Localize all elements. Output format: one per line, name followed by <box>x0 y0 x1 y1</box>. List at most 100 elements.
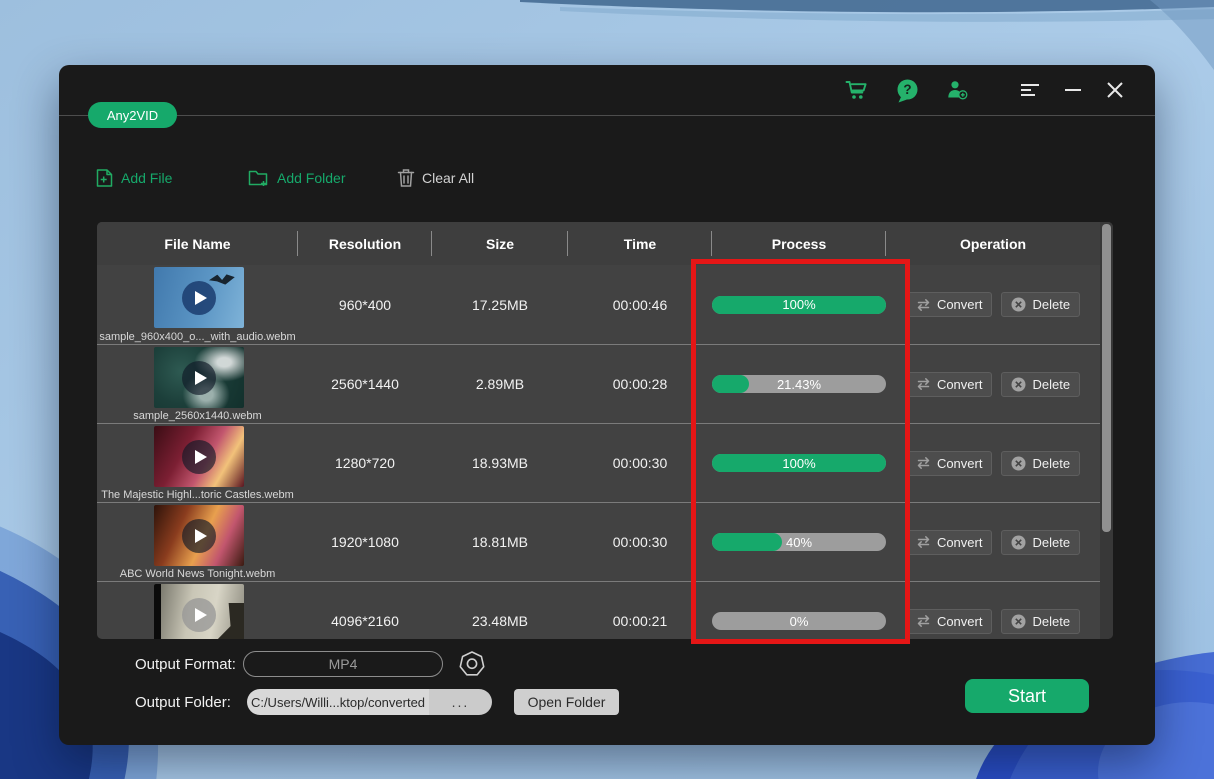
col-size: Size <box>432 222 568 265</box>
table-row: ABC World News Tonight.webm 1920*1080 18… <box>97 502 1113 581</box>
delete-icon <box>1011 297 1026 312</box>
file-name: sample_960x400_o..._with_audio.webm <box>97 331 298 343</box>
convert-label: Convert <box>937 456 983 471</box>
trash-icon <box>397 168 415 188</box>
table-row: The Majestic Highl...toric Castles.webm … <box>97 423 1113 502</box>
clear-all-label: Clear All <box>422 170 474 186</box>
desktop: ? <box>0 0 1214 779</box>
add-folder-label: Add Folder <box>277 170 345 186</box>
open-folder-button[interactable]: Open Folder <box>514 689 619 715</box>
app-badge: Any2VID <box>88 102 177 128</box>
convert-icon <box>916 456 931 470</box>
add-folder-button[interactable]: Add Folder <box>248 165 345 191</box>
menu-button[interactable] <box>1017 76 1045 104</box>
output-folder-label: Output Folder: <box>135 694 231 711</box>
delete-icon <box>1011 535 1026 550</box>
play-icon[interactable] <box>182 598 216 632</box>
delete-button[interactable]: Delete <box>1001 292 1080 317</box>
video-thumbnail[interactable] <box>154 426 244 487</box>
resolution-value: 4096*2160 <box>298 582 432 639</box>
add-file-button[interactable]: Add File <box>95 165 172 191</box>
output-folder-path[interactable]: C:/Users/Willi...ktop/converted <box>247 689 429 715</box>
file-cell: The Majestic Highl...toric Castles.webm <box>97 424 298 502</box>
titlebar: ? <box>59 65 1155 115</box>
help-icon: ? <box>895 78 920 103</box>
convert-label: Convert <box>937 614 983 629</box>
delete-label: Delete <box>1032 456 1070 471</box>
operation-cell: Convert Delete <box>886 345 1100 423</box>
size-value: 2.89MB <box>432 345 568 423</box>
add-user-button[interactable] <box>943 76 971 104</box>
col-resolution: Resolution <box>298 222 432 265</box>
delete-button[interactable]: Delete <box>1001 609 1080 634</box>
menu-icon <box>1021 83 1041 97</box>
file-cell: ABC World News Tonight.webm <box>97 503 298 581</box>
size-value: 18.93MB <box>432 424 568 502</box>
resolution-value: 2560*1440 <box>298 345 432 423</box>
convert-button[interactable]: Convert <box>906 451 993 476</box>
file-name: ABC World News Tonight.webm <box>97 568 298 580</box>
output-format-select[interactable]: MP4 <box>243 651 443 677</box>
start-button[interactable]: Start <box>965 679 1089 713</box>
play-icon[interactable] <box>182 519 216 553</box>
convert-button[interactable]: Convert <box>906 609 993 634</box>
file-cell <box>97 582 298 639</box>
video-thumbnail[interactable] <box>154 347 244 408</box>
convert-label: Convert <box>937 535 983 550</box>
convert-icon <box>916 298 931 312</box>
delete-button[interactable]: Delete <box>1001 530 1080 555</box>
table-header: File Name Resolution Size Time Process O… <box>97 222 1113 265</box>
resolution-value: 1280*720 <box>298 424 432 502</box>
format-settings-button[interactable] <box>457 649 487 679</box>
convert-icon <box>916 614 931 628</box>
convert-button[interactable]: Convert <box>906 292 993 317</box>
delete-label: Delete <box>1032 297 1070 312</box>
table-body: sample_960x400_o..._with_audio.webm 960*… <box>97 265 1113 639</box>
table-row: sample_2560x1440.webm 2560*1440 2.89MB 0… <box>97 344 1113 423</box>
convert-button[interactable]: Convert <box>906 372 993 397</box>
cart-icon <box>845 79 869 101</box>
play-icon[interactable] <box>182 440 216 474</box>
minimize-icon <box>1065 82 1081 98</box>
col-operation: Operation <box>886 222 1100 265</box>
video-thumbnail[interactable] <box>154 505 244 566</box>
scrollbar-track[interactable] <box>1100 222 1113 639</box>
col-file-name: File Name <box>97 222 298 265</box>
operation-cell: Convert Delete <box>886 582 1100 639</box>
app-window: ? <box>59 65 1155 745</box>
file-cell: sample_960x400_o..._with_audio.webm <box>97 265 298 344</box>
add-folder-icon <box>248 168 270 188</box>
video-thumbnail[interactable] <box>154 267 244 328</box>
output-folder-group: C:/Users/Willi...ktop/converted ... <box>247 689 492 715</box>
file-table: File Name Resolution Size Time Process O… <box>97 222 1113 639</box>
svg-text:?: ? <box>903 82 911 97</box>
add-file-label: Add File <box>121 170 172 186</box>
delete-label: Delete <box>1032 535 1070 550</box>
clear-all-button[interactable]: Clear All <box>397 165 474 191</box>
resolution-value: 960*400 <box>298 265 432 344</box>
play-icon[interactable] <box>182 361 216 395</box>
file-name: sample_2560x1440.webm <box>97 410 298 422</box>
play-icon[interactable] <box>182 281 216 315</box>
cart-button[interactable] <box>843 76 871 104</box>
scrollbar-thumb[interactable] <box>1102 224 1111 532</box>
delete-button[interactable]: Delete <box>1001 451 1080 476</box>
delete-button[interactable]: Delete <box>1001 372 1080 397</box>
file-name: The Majestic Highl...toric Castles.webm <box>97 489 298 501</box>
process-column-highlight <box>691 259 910 644</box>
convert-label: Convert <box>937 377 983 392</box>
help-button[interactable]: ? <box>893 76 921 104</box>
convert-label: Convert <box>937 297 983 312</box>
convert-button[interactable]: Convert <box>906 530 993 555</box>
file-cell: sample_2560x1440.webm <box>97 345 298 423</box>
add-file-icon <box>95 168 114 188</box>
titlebar-divider <box>59 115 1155 116</box>
minimize-button[interactable] <box>1059 76 1087 104</box>
close-button[interactable] <box>1101 76 1129 104</box>
delete-icon <box>1011 456 1026 471</box>
convert-icon <box>916 377 931 391</box>
video-thumbnail[interactable] <box>154 584 244 639</box>
size-value: 23.48MB <box>432 582 568 639</box>
resolution-value: 1920*1080 <box>298 503 432 581</box>
browse-button[interactable]: ... <box>429 689 492 715</box>
